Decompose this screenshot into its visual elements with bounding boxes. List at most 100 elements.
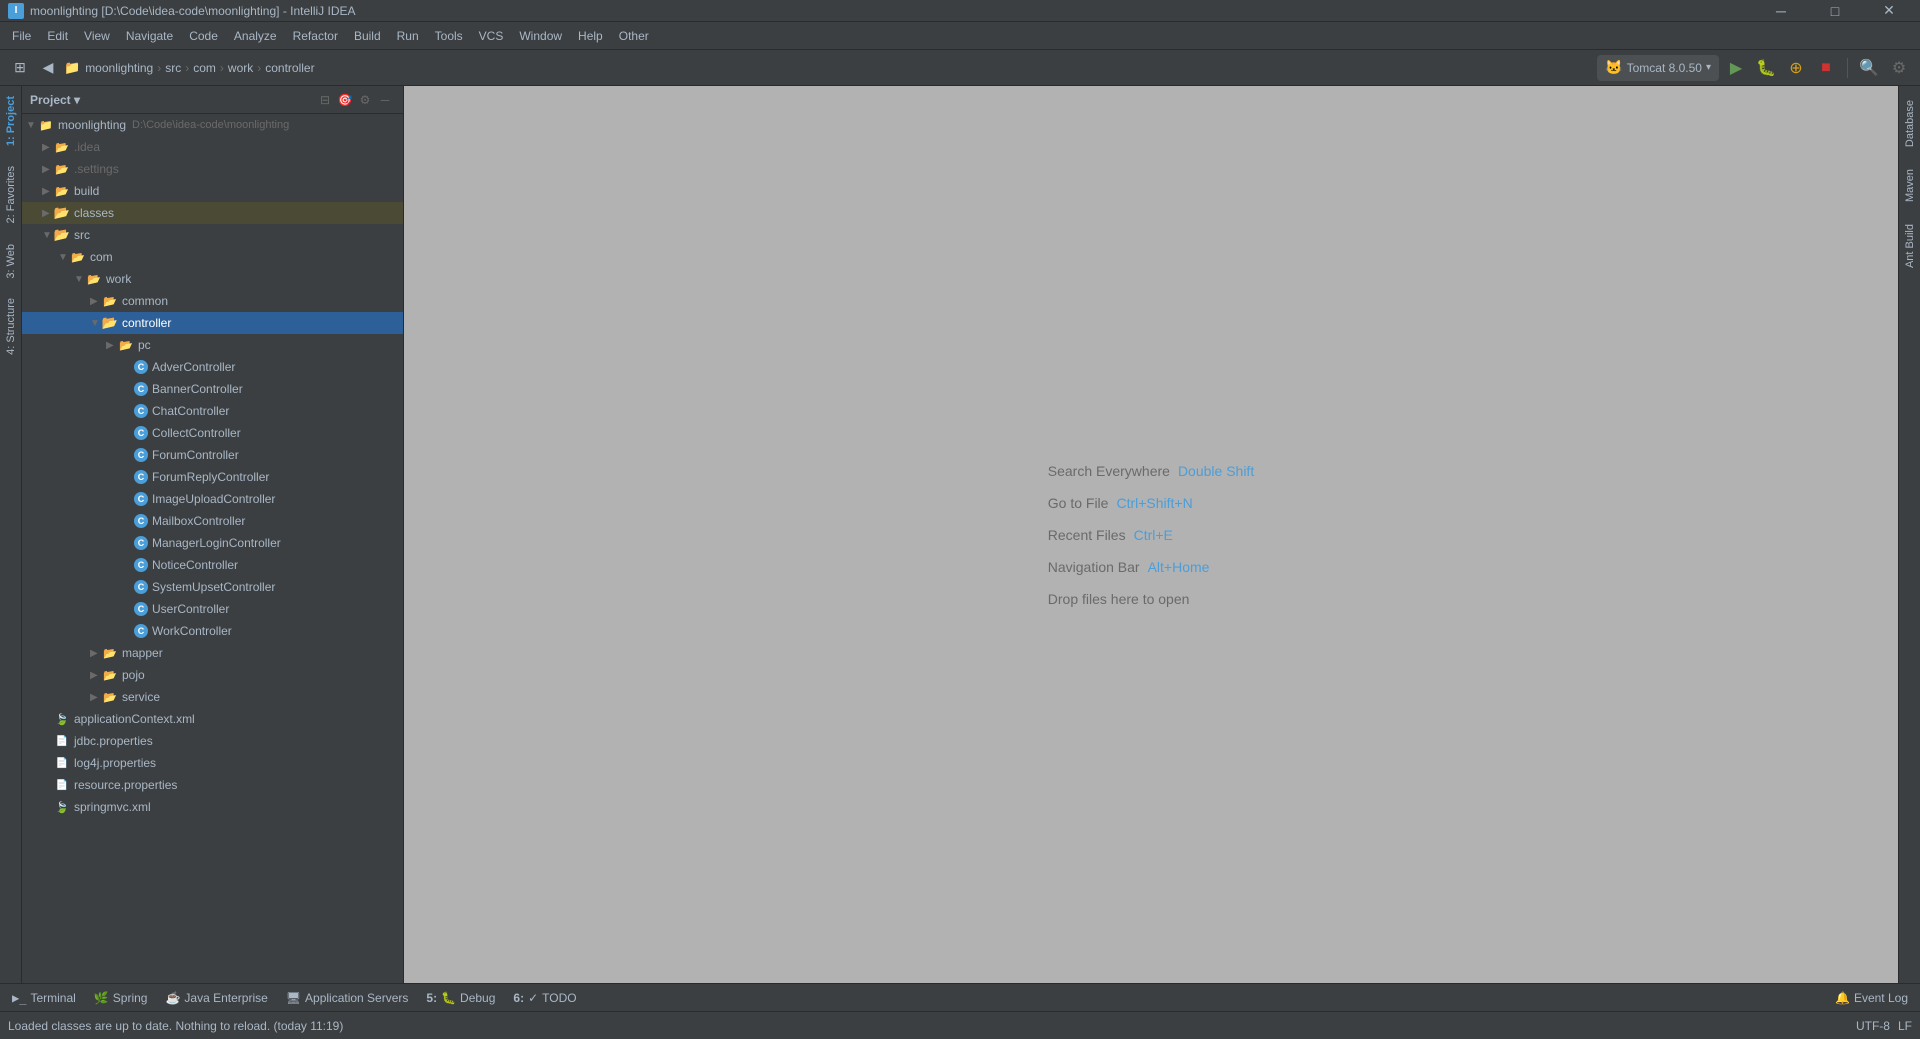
tree-item-idea[interactable]: ▶ 📂 .idea bbox=[22, 136, 403, 158]
close-button[interactable]: ✕ bbox=[1866, 0, 1912, 22]
tree-root[interactable]: ▼ 📁 moonlighting D:\Code\idea-code\moonl… bbox=[22, 114, 403, 136]
tree-item-settings[interactable]: ▶ 📂 .settings bbox=[22, 158, 403, 180]
minimize-button[interactable]: ─ bbox=[1758, 0, 1804, 22]
back-btn[interactable]: ◀ bbox=[36, 56, 60, 80]
tree-item-classes[interactable]: ▶ 📂 classes bbox=[22, 202, 403, 224]
sidebar-tab-favorites[interactable]: 2: Favorites bbox=[2, 156, 20, 233]
event-log-tab[interactable]: 🔔 Event Log bbox=[1827, 986, 1916, 1010]
tree-item-BannerController[interactable]: ▶ C BannerController bbox=[22, 378, 403, 400]
tab-terminal[interactable]: ▶_ Terminal bbox=[4, 986, 84, 1010]
menu-build[interactable]: Build bbox=[346, 25, 389, 47]
controller-arrow[interactable]: ▼ bbox=[90, 318, 102, 329]
tree-item-ManagerLoginController[interactable]: ▶ C ManagerLoginController bbox=[22, 532, 403, 554]
menu-help[interactable]: Help bbox=[570, 25, 611, 47]
tree-item-CollectController[interactable]: ▶ C CollectController bbox=[22, 422, 403, 444]
tree-item-ChatController[interactable]: ▶ C ChatController bbox=[22, 400, 403, 422]
work-arrow[interactable]: ▼ bbox=[74, 274, 86, 285]
com-arrow[interactable]: ▼ bbox=[58, 252, 70, 263]
run-coverage-button[interactable]: ⊕ bbox=[1783, 55, 1809, 81]
tree-item-NoticeController[interactable]: ▶ C NoticeController bbox=[22, 554, 403, 576]
breadcrumb-com[interactable]: com bbox=[193, 61, 216, 75]
tree-item-ForumReplyController[interactable]: ▶ C ForumReplyController bbox=[22, 466, 403, 488]
menu-tools[interactable]: Tools bbox=[427, 25, 471, 47]
layout-btn[interactable]: ⊞ bbox=[8, 56, 32, 80]
mapper-arrow[interactable]: ▶ bbox=[90, 648, 102, 659]
pc-arrow[interactable]: ▶ bbox=[106, 340, 118, 351]
tree-item-pc[interactable]: ▶ 📂 pc bbox=[22, 334, 403, 356]
common-arrow[interactable]: ▶ bbox=[90, 296, 102, 307]
menu-code[interactable]: Code bbox=[181, 25, 226, 47]
tree-item-MailboxController[interactable]: ▶ C MailboxController bbox=[22, 510, 403, 532]
tree-item-resource[interactable]: ▶ 📄 resource.properties bbox=[22, 774, 403, 796]
tree-item-work[interactable]: ▼ 📂 work bbox=[22, 268, 403, 290]
menu-refactor[interactable]: Refactor bbox=[285, 25, 346, 47]
menu-navigate[interactable]: Navigate bbox=[118, 25, 181, 47]
adver-label: AdverController bbox=[152, 360, 235, 374]
search-everywhere-btn[interactable]: 🔍 bbox=[1856, 55, 1882, 81]
menu-run[interactable]: Run bbox=[389, 25, 427, 47]
breadcrumb-src[interactable]: src bbox=[165, 61, 181, 75]
tree-item-springmvc[interactable]: ▶ 🍃 springmvc.xml bbox=[22, 796, 403, 818]
tree-item-appcontext[interactable]: ▶ 🍃 applicationContext.xml bbox=[22, 708, 403, 730]
settings-arrow[interactable]: ▶ bbox=[42, 164, 54, 175]
menu-edit[interactable]: Edit bbox=[39, 25, 76, 47]
stop-button[interactable]: ■ bbox=[1813, 55, 1839, 81]
tree-item-jdbc[interactable]: ▶ 📄 jdbc.properties bbox=[22, 730, 403, 752]
src-arrow[interactable]: ▼ bbox=[42, 230, 54, 241]
tree-item-UserController[interactable]: ▶ C UserController bbox=[22, 598, 403, 620]
sidebar-tab-maven[interactable]: Maven bbox=[1901, 159, 1919, 212]
breadcrumb-work[interactable]: work bbox=[228, 61, 253, 75]
pojo-arrow[interactable]: ▶ bbox=[90, 670, 102, 681]
tab-debug[interactable]: 5: 🐛 Debug bbox=[418, 986, 503, 1010]
run-config-selector[interactable]: 🐱 Tomcat 8.0.50 ▾ bbox=[1597, 55, 1719, 81]
tab-java-enterprise[interactable]: ☕ Java Enterprise bbox=[157, 986, 275, 1010]
scroll-from-source-btn[interactable]: 🎯 bbox=[335, 90, 355, 110]
menu-vcs[interactable]: VCS bbox=[471, 25, 512, 47]
sidebar-tab-project[interactable]: 1: Project bbox=[2, 86, 20, 156]
tree-item-pojo[interactable]: ▶ 📂 pojo bbox=[22, 664, 403, 686]
tab-app-servers[interactable]: 🖥 Application Servers bbox=[278, 986, 417, 1010]
menu-analyze[interactable]: Analyze bbox=[226, 25, 285, 47]
tree-item-com[interactable]: ▼ 📂 com bbox=[22, 246, 403, 268]
sidebar-tab-structure[interactable]: 4: Structure bbox=[2, 288, 20, 365]
classes-arrow[interactable]: ▶ bbox=[42, 208, 54, 219]
statusbar: Loaded classes are up to date. Nothing t… bbox=[0, 1011, 1920, 1039]
sidebar-tab-database[interactable]: Database bbox=[1901, 90, 1919, 157]
maximize-button[interactable]: □ bbox=[1812, 0, 1858, 22]
tree-item-SystemUpsetController[interactable]: ▶ C SystemUpsetController bbox=[22, 576, 403, 598]
breadcrumb-controller[interactable]: controller bbox=[265, 61, 314, 75]
breadcrumb-moonlighting[interactable]: moonlighting bbox=[85, 61, 153, 75]
tree-item-controller[interactable]: ▼ 📂 controller bbox=[22, 312, 403, 334]
panel-minimize-btn[interactable]: ─ bbox=[375, 90, 395, 110]
tab-todo[interactable]: 6: ✓ TODO bbox=[505, 986, 584, 1010]
tree-item-ImageUploadController[interactable]: ▶ C ImageUploadController bbox=[22, 488, 403, 510]
project-panel-title: Project ▾ bbox=[30, 93, 315, 107]
settings-btn[interactable]: ⚙ bbox=[1886, 55, 1912, 81]
tree-item-src[interactable]: ▼ 📂 src bbox=[22, 224, 403, 246]
tree-item-mapper[interactable]: ▶ 📂 mapper bbox=[22, 642, 403, 664]
build-arrow[interactable]: ▶ bbox=[42, 186, 54, 197]
menu-file[interactable]: File bbox=[4, 25, 39, 47]
sidebar-tab-web[interactable]: 3: Web bbox=[2, 234, 20, 289]
idea-arrow[interactable]: ▶ bbox=[42, 142, 54, 153]
tab-spring[interactable]: 🌿 Spring bbox=[86, 986, 156, 1010]
panel-settings-btn[interactable]: ⚙ bbox=[355, 90, 375, 110]
menu-window[interactable]: Window bbox=[511, 25, 570, 47]
run-button[interactable]: ▶ bbox=[1723, 55, 1749, 81]
tree-item-service[interactable]: ▶ 📂 service bbox=[22, 686, 403, 708]
tree-item-build[interactable]: ▶ 📂 build bbox=[22, 180, 403, 202]
tree-item-ForumController[interactable]: ▶ C ForumController bbox=[22, 444, 403, 466]
tree-item-AdverController[interactable]: ▶ C AdverController bbox=[22, 356, 403, 378]
tree-item-common[interactable]: ▶ 📂 common bbox=[22, 290, 403, 312]
service-arrow[interactable]: ▶ bbox=[90, 692, 102, 703]
tree-item-log4j[interactable]: ▶ 📄 log4j.properties bbox=[22, 752, 403, 774]
tree-item-WorkController[interactable]: ▶ C WorkController bbox=[22, 620, 403, 642]
status-encoding[interactable]: UTF-8 bbox=[1856, 1019, 1890, 1033]
collapse-all-btn[interactable]: ⊟ bbox=[315, 90, 335, 110]
status-line-sep[interactable]: LF bbox=[1898, 1019, 1912, 1033]
menu-other[interactable]: Other bbox=[611, 25, 657, 47]
sidebar-tab-ant[interactable]: Ant Build bbox=[1901, 214, 1919, 278]
debug-start-button[interactable]: 🐛 bbox=[1753, 55, 1779, 81]
menu-view[interactable]: View bbox=[76, 25, 118, 47]
root-arrow[interactable]: ▼ bbox=[26, 120, 38, 131]
